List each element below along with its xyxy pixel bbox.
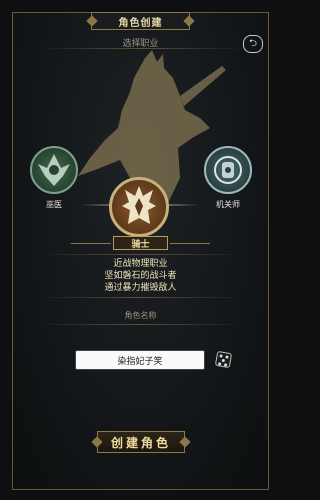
page-title: 角色创建 — [91, 12, 190, 30]
class-option-mechanist[interactable] — [204, 146, 252, 194]
class-label-left: 巫医 — [46, 200, 62, 209]
teal-rune-icon — [214, 156, 242, 184]
plate-line-left — [71, 243, 111, 244]
class-option-witchdoctor[interactable] — [30, 146, 78, 194]
divider — [36, 254, 245, 255]
character-name-input[interactable]: 染指妃子笑 — [75, 350, 205, 370]
knight-crest-icon — [122, 186, 156, 224]
name-label: 角色名称 — [124, 311, 157, 320]
class-label-right: 机关师 — [216, 200, 240, 209]
class-description-line: 近战物理职业 — [113, 259, 168, 269]
selected-class-name: 骑士 — [113, 236, 168, 250]
plate-line-right — [170, 243, 210, 244]
class-description-line: 坚如磐石的战斗者 — [104, 271, 177, 281]
random-name-button[interactable] — [214, 350, 233, 369]
green-rune-icon — [38, 154, 70, 186]
class-description-line: 通过暴力摧毁敌人 — [104, 283, 177, 293]
divider — [36, 324, 245, 325]
create-character-button[interactable]: 创建角色 — [97, 431, 185, 453]
divider — [36, 297, 245, 298]
class-option-knight[interactable] — [109, 177, 169, 237]
